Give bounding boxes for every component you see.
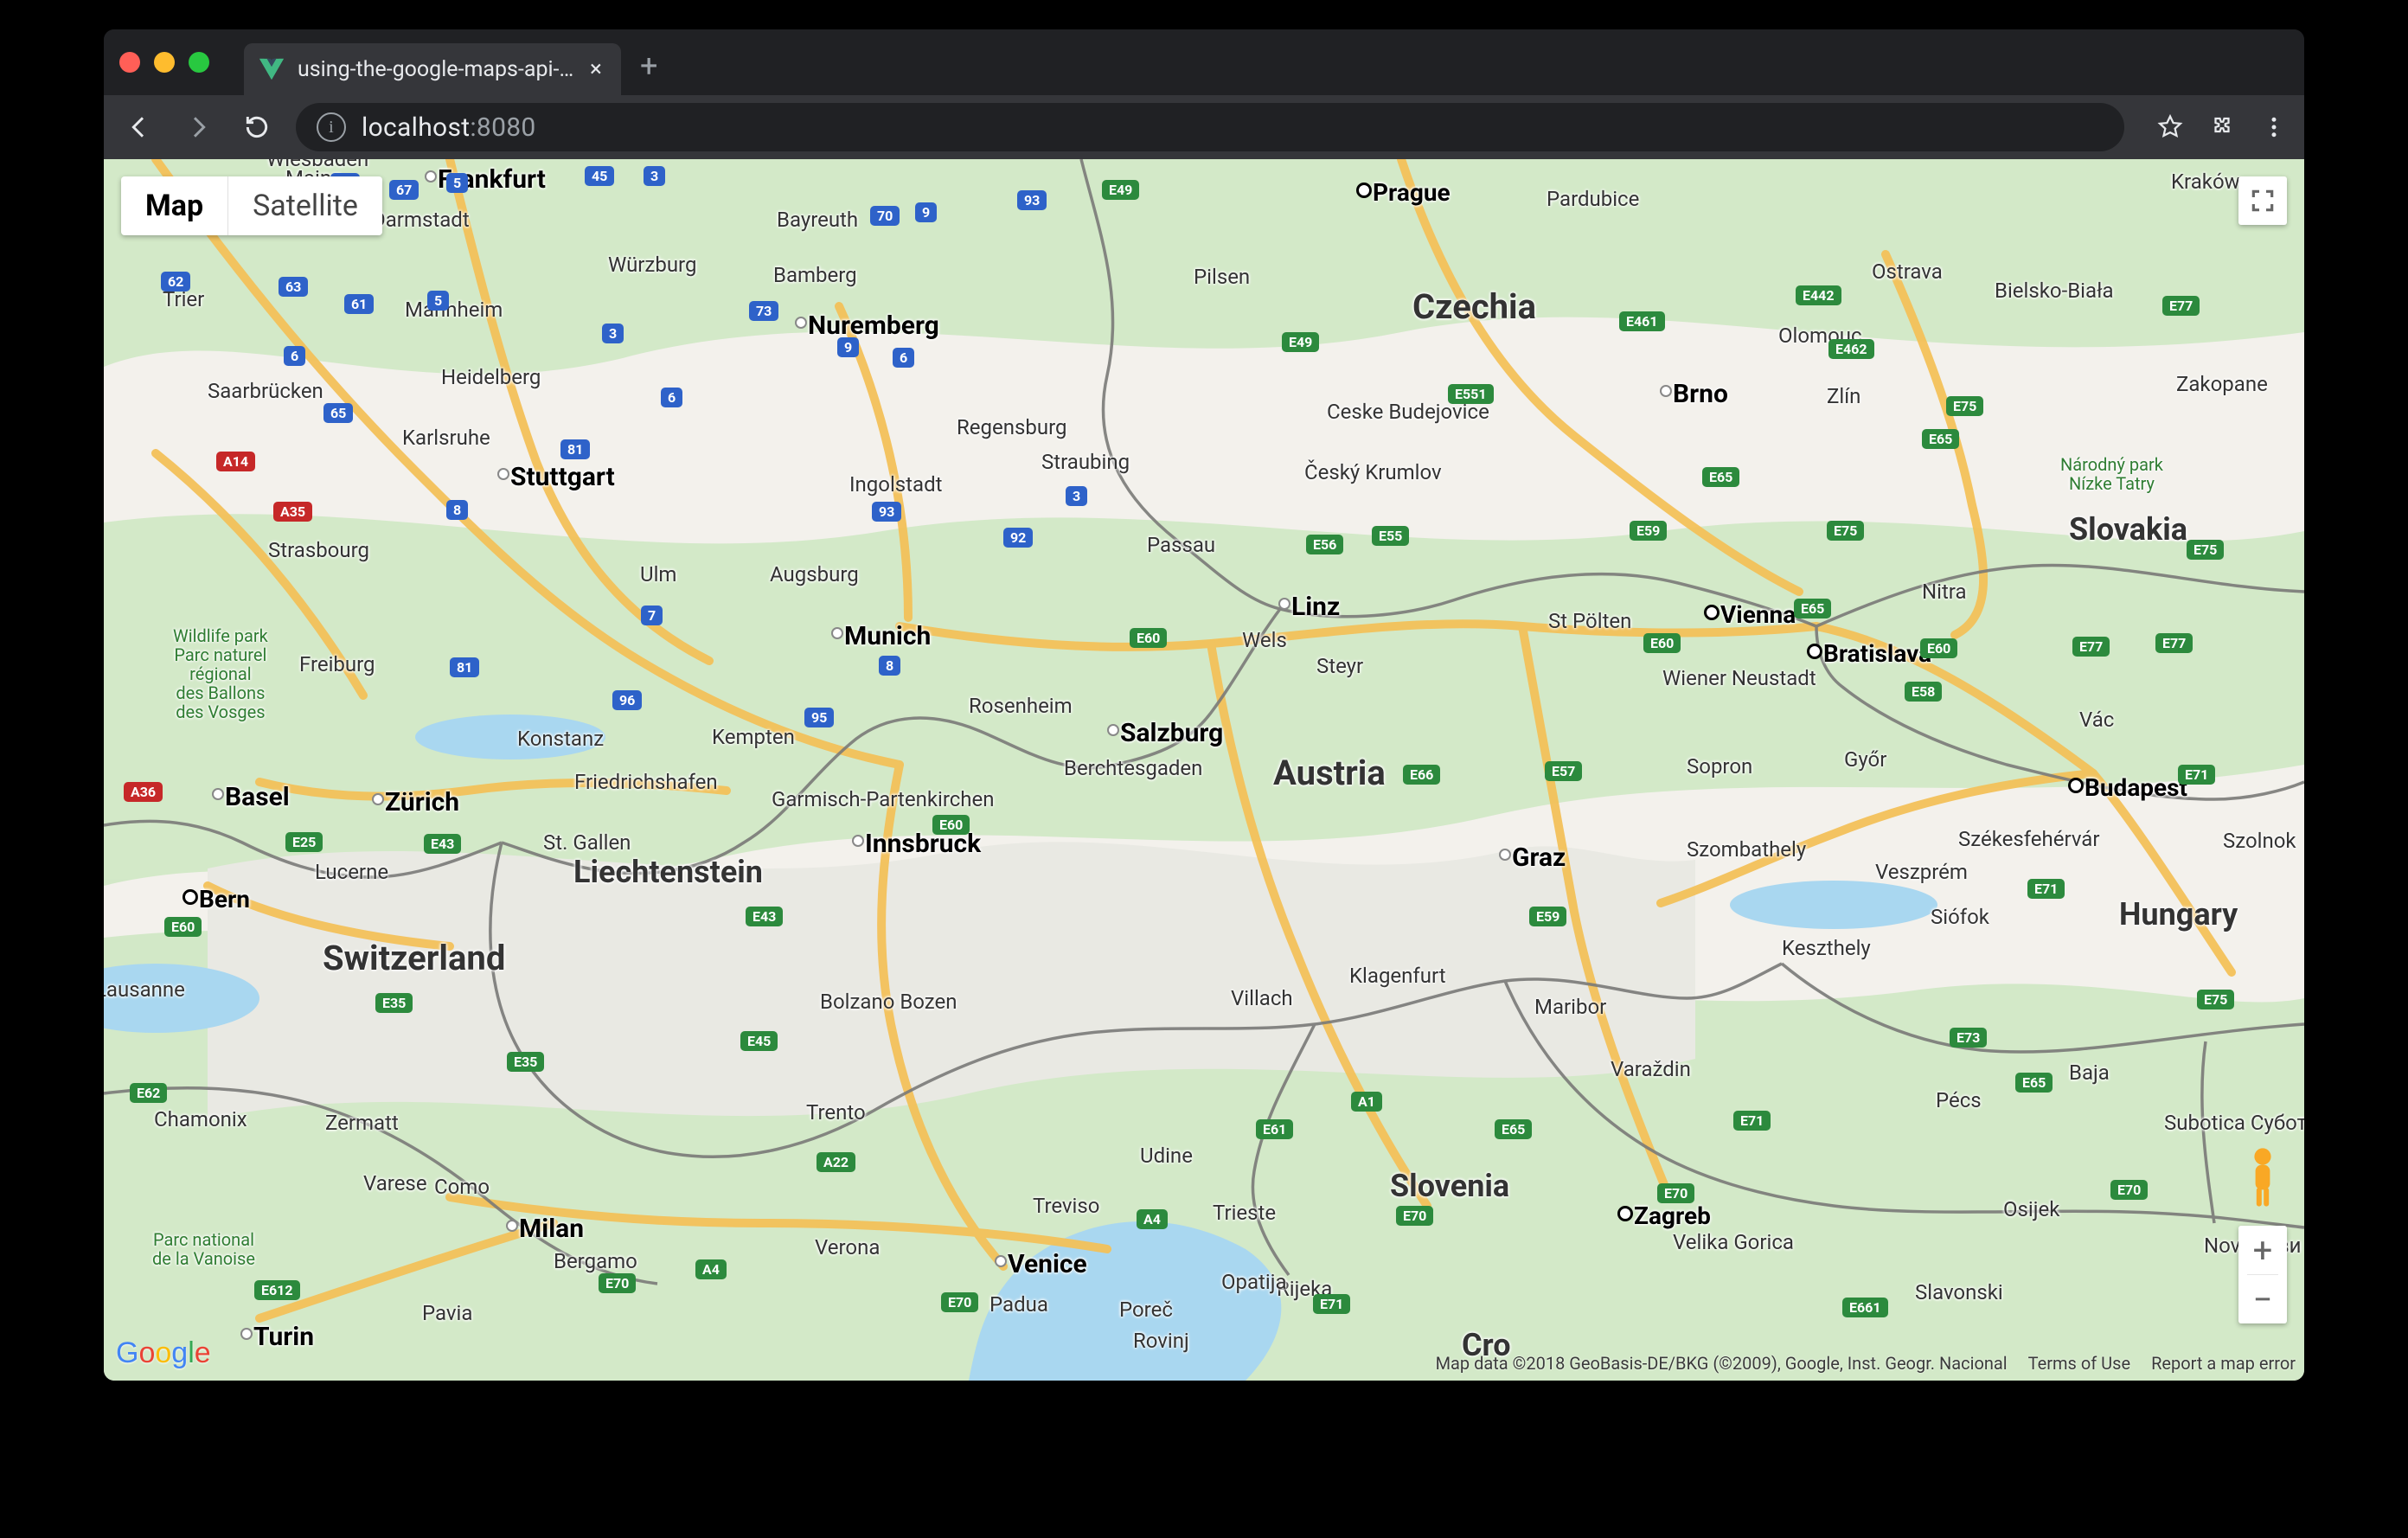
browser-tab[interactable]: using-the-google-maps-api-w × <box>244 43 621 95</box>
zoom-in-button[interactable]: + <box>2238 1226 2287 1274</box>
bookmark-star-icon[interactable] <box>2155 112 2185 142</box>
minimize-window-button[interactable] <box>154 52 175 73</box>
site-info-icon[interactable]: i <box>317 112 346 142</box>
map-type-control: Map Satellite <box>121 176 382 235</box>
terms-of-use-link[interactable]: Terms of Use <box>2028 1353 2130 1374</box>
map-attribution: Map data ©2018 GeoBasis-DE/BKG (©2009), … <box>1436 1353 2296 1374</box>
reload-button[interactable] <box>237 107 277 147</box>
url-port: :8080 <box>470 112 535 143</box>
toolbar-right <box>2155 112 2289 142</box>
map-canvas[interactable] <box>104 159 2304 1381</box>
close-tab-icon[interactable]: × <box>590 58 602 80</box>
zoom-out-button[interactable]: − <box>2238 1275 2287 1323</box>
titlebar: using-the-google-maps-api-w × + <box>104 29 2304 95</box>
tab-title: using-the-google-maps-api-w <box>298 57 574 82</box>
forward-button[interactable] <box>178 107 218 147</box>
vue-favicon-icon <box>259 57 284 81</box>
extensions-icon[interactable] <box>2207 112 2237 142</box>
address-bar[interactable]: i localhost:8080 <box>296 103 2124 151</box>
menu-kebab-icon[interactable] <box>2259 112 2289 142</box>
window-controls <box>119 52 209 73</box>
pegman-icon[interactable] <box>2238 1139 2287 1208</box>
close-window-button[interactable] <box>119 52 140 73</box>
new-tab-button[interactable]: + <box>640 50 657 81</box>
url-host: localhost <box>362 112 470 143</box>
map-type-satellite[interactable]: Satellite <box>228 176 382 235</box>
map-right-controls: + − <box>2238 1139 2287 1323</box>
browser-toolbar: i localhost:8080 <box>104 95 2304 159</box>
maximize-window-button[interactable] <box>189 52 209 73</box>
back-button[interactable] <box>119 107 159 147</box>
map-type-map[interactable]: Map <box>121 176 227 235</box>
zoom-control: + − <box>2238 1226 2287 1323</box>
map-viewport[interactable]: CzechiaAustriaSwitzerlandSlovakiaHungary… <box>104 159 2304 1381</box>
report-error-link[interactable]: Report a map error <box>2151 1353 2296 1374</box>
google-logo[interactable]: Google <box>116 1336 211 1370</box>
browser-window: using-the-google-maps-api-w × + i localh… <box>104 29 2304 1381</box>
fullscreen-button[interactable] <box>2238 176 2287 225</box>
attribution-data: Map data ©2018 GeoBasis-DE/BKG (©2009), … <box>1436 1353 2008 1374</box>
